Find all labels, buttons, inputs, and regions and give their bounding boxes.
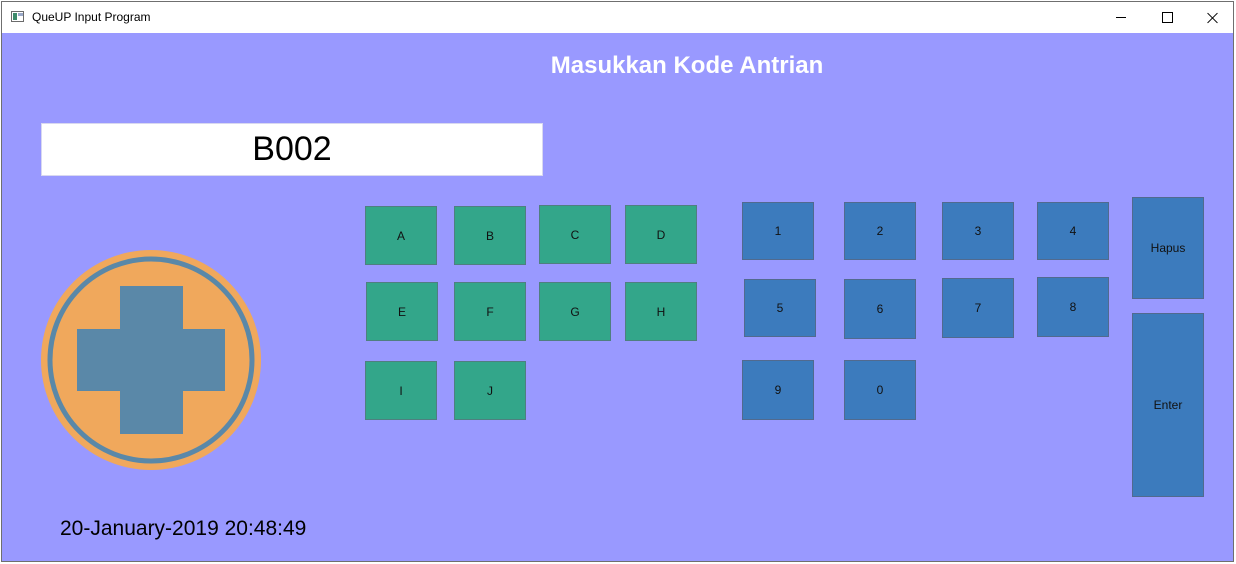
key-9[interactable]: 9	[742, 360, 814, 420]
key-1[interactable]: 1	[742, 202, 814, 260]
key-f[interactable]: F	[454, 282, 526, 341]
app-window-icon	[11, 11, 24, 22]
title-bar[interactable]: QueUP Input Program	[2, 2, 1233, 33]
datetime-label: 20-January-2019 20:48:49	[60, 517, 307, 540]
key-a[interactable]: A	[365, 206, 437, 265]
key-c[interactable]: C	[539, 205, 611, 264]
maximize-button[interactable]	[1144, 2, 1190, 33]
key-4[interactable]: 4	[1037, 202, 1109, 260]
key-0[interactable]: 0	[844, 360, 916, 420]
app-window: QueUP Input Program Masukkan Kode Antria…	[1, 1, 1234, 562]
key-8[interactable]: 8	[1037, 277, 1109, 337]
key-2[interactable]: 2	[844, 202, 916, 260]
page-title: Masukkan Kode Antrian	[550, 52, 824, 79]
delete-button[interactable]: Hapus	[1132, 197, 1204, 299]
minimize-button[interactable]	[1098, 2, 1144, 33]
key-g[interactable]: G	[539, 282, 611, 341]
key-h[interactable]: H	[625, 282, 697, 341]
key-j[interactable]: J	[454, 361, 526, 420]
window-title: QueUP Input Program	[32, 10, 151, 24]
enter-button[interactable]: Enter	[1132, 313, 1204, 497]
queue-code-input[interactable]: B002	[41, 123, 543, 176]
key-i[interactable]: I	[365, 361, 437, 420]
minimize-icon	[1116, 17, 1126, 18]
key-3[interactable]: 3	[942, 202, 1014, 260]
key-d[interactable]: D	[625, 205, 697, 264]
key-b[interactable]: B	[454, 206, 526, 265]
key-7[interactable]: 7	[942, 278, 1014, 338]
main-panel: Masukkan Kode Antrian B002 A B C D E F G…	[2, 33, 1233, 562]
key-6[interactable]: 6	[844, 279, 916, 339]
medical-cross-icon	[41, 250, 261, 470]
key-5[interactable]: 5	[744, 279, 816, 337]
key-e[interactable]: E	[366, 282, 438, 341]
close-button[interactable]	[1190, 2, 1236, 33]
close-icon	[1207, 12, 1219, 24]
maximize-icon	[1161, 12, 1173, 23]
